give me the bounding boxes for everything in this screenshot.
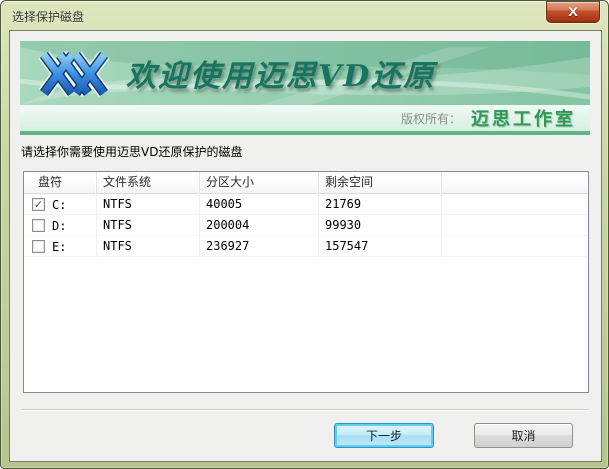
filesystem-cell: NTFS: [97, 194, 200, 215]
drive-cell: E:: [24, 236, 97, 257]
table-header: 盘符文件系统分区大小剩余空间: [24, 172, 588, 194]
brand-logo-icon: [32, 47, 116, 101]
table-body: ✓ C: NTFS4000521769 D: NTFS20000499930 E: NTFS…: [24, 194, 588, 257]
close-icon: X: [568, 2, 578, 22]
dialog-client-area: 欢迎使用迈思VD还原 版权所有： 迈思工作室 请选择你需要使用迈思VD还原保护的…: [9, 30, 602, 462]
empty-cell: [442, 194, 588, 215]
column-header[interactable]: 盘符: [24, 172, 97, 194]
banner-title: 欢迎使用迈思VD还原: [126, 51, 566, 95]
filesystem-cell: NTFS: [97, 215, 200, 236]
drive-cell: D:: [24, 215, 97, 236]
free-space-cell: 21769: [319, 194, 442, 215]
row-checkbox[interactable]: [32, 240, 45, 253]
column-header[interactable]: 文件系统: [97, 172, 200, 194]
titlebar[interactable]: 选择保护磁盘: [1, 1, 608, 30]
free-space-cell: 157547: [319, 236, 442, 257]
table-row[interactable]: E: NTFS236927157547: [24, 236, 588, 257]
copyright-label: 版权所有：: [401, 110, 461, 127]
close-button[interactable]: X: [546, 1, 600, 23]
column-header[interactable]: [442, 172, 588, 194]
partition-size-cell: 236927: [200, 236, 319, 257]
drive-cell: ✓ C:: [24, 194, 97, 215]
dialog-window: 选择保护磁盘 X: [0, 0, 609, 469]
banner-artwork: 欢迎使用迈思VD还原: [20, 41, 590, 105]
table-row[interactable]: ✓ C: NTFS4000521769: [24, 194, 588, 215]
drive-letter: D:: [52, 216, 66, 236]
empty-cell: [442, 215, 588, 236]
drive-letter: C:: [52, 195, 66, 215]
partition-size-cell: 40005: [200, 194, 319, 215]
next-button[interactable]: 下一步: [334, 423, 434, 448]
table-row[interactable]: D: NTFS20000499930: [24, 215, 588, 236]
cancel-button[interactable]: 取消: [474, 423, 573, 448]
column-header[interactable]: 分区大小: [200, 172, 319, 194]
copyright-owner: 迈思工作室: [471, 105, 576, 131]
banner: 欢迎使用迈思VD还原 版权所有： 迈思工作室: [20, 41, 590, 135]
column-header[interactable]: 剩余空间: [319, 172, 442, 194]
free-space-cell: 99930: [319, 215, 442, 236]
copyright-strip: 版权所有： 迈思工作室: [20, 105, 590, 131]
row-checkbox[interactable]: ✓: [32, 198, 45, 211]
drive-letter: E:: [52, 237, 66, 257]
banner-accent-bar: [20, 131, 590, 135]
instruction-text: 请选择你需要使用迈思VD还原保护的磁盘: [21, 143, 242, 160]
footer-separator: [22, 409, 589, 411]
window-title: 选择保护磁盘: [12, 8, 84, 25]
partition-size-cell: 200004: [200, 215, 319, 236]
empty-cell: [442, 236, 588, 257]
row-checkbox[interactable]: [32, 219, 45, 232]
filesystem-cell: NTFS: [97, 236, 200, 257]
disk-list: 盘符文件系统分区大小剩余空间 ✓ C: NTFS4000521769 D: NTFS20…: [23, 171, 589, 393]
